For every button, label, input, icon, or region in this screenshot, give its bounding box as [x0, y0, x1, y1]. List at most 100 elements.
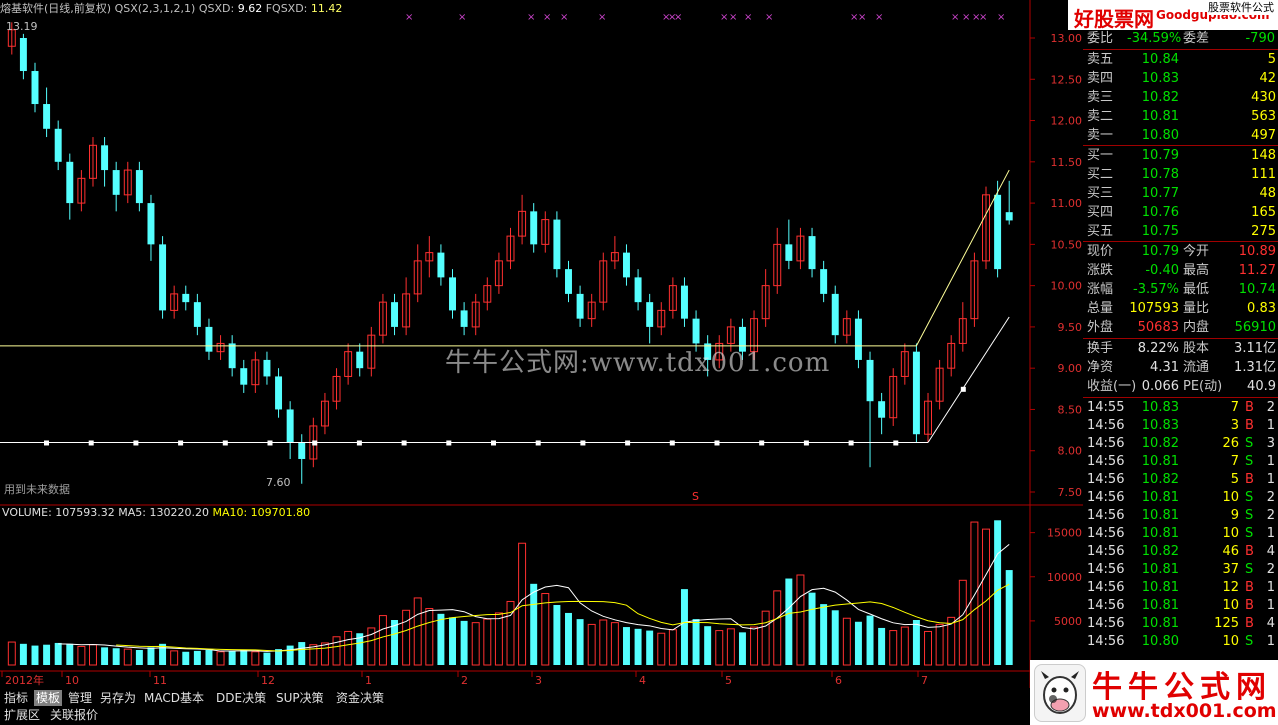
bottom-tab-0[interactable]: 扩展区	[2, 707, 42, 723]
tick-row[interactable]: 14:56 10.81 12 B 1	[1083, 578, 1278, 597]
bid-row[interactable]: 买五 10.75 275	[1083, 222, 1278, 241]
candle-body	[356, 351, 364, 369]
tab-0[interactable]: 指标	[2, 690, 30, 706]
support-dot	[803, 440, 809, 446]
volume-bar	[657, 632, 666, 666]
stat-row[interactable]: 现价 10.79 今开 10.89	[1083, 242, 1278, 261]
tick-row[interactable]: 14:56 10.81 10 S 2	[1083, 488, 1278, 507]
stat-value: -0.40	[1145, 263, 1179, 278]
tab-7[interactable]: 资金决策	[334, 690, 386, 706]
ask-label: 卖一	[1087, 128, 1114, 143]
candle-body	[866, 359, 874, 402]
tick-row[interactable]: 14:56 10.83 3 B 1	[1083, 416, 1278, 435]
volume-bar	[378, 615, 387, 666]
ask-row[interactable]: 卖四 10.83 42	[1083, 69, 1278, 88]
support-dot	[401, 440, 407, 446]
info-row[interactable]: 净资 4.31 流通 1.31亿	[1083, 358, 1278, 377]
tick-row[interactable]: 14:56 10.82 26 S 3	[1083, 434, 1278, 453]
support-dot	[44, 440, 49, 446]
volume-bar	[518, 542, 527, 666]
tab-5[interactable]: DDE决策	[214, 690, 268, 706]
bid-row[interactable]: 买二 10.78 111	[1083, 165, 1278, 184]
volume-bar	[773, 590, 782, 666]
sell-signal-marker: S	[692, 490, 699, 503]
stat-row[interactable]: 涨跌 -0.40 最高 11.27	[1083, 261, 1278, 280]
tick-volume: 46	[1222, 544, 1239, 559]
tab-2[interactable]: 管理	[66, 690, 94, 706]
candle-body	[576, 293, 584, 319]
bid-price: 10.79	[1141, 148, 1179, 163]
stat-row[interactable]: 外盘 50683 内盘 56910	[1083, 318, 1278, 337]
tab-4[interactable]: MACD基本	[142, 690, 206, 706]
stat-row[interactable]: 总量 107593 量比 0.83	[1083, 299, 1278, 318]
support-dot	[491, 440, 496, 446]
volume-bar	[900, 626, 909, 666]
ask-price: 10.84	[1141, 52, 1179, 67]
ask-row[interactable]: 卖五 10.84 5	[1083, 50, 1278, 69]
info-label-2: 股本	[1183, 341, 1210, 356]
tick-time: 14:56	[1087, 454, 1125, 469]
bid-volume: 111	[1251, 167, 1276, 182]
info-row[interactable]: 换手 8.22% 股本 3.11亿	[1083, 339, 1278, 358]
volume-bar	[309, 644, 318, 666]
tick-row[interactable]: 14:56 10.81 37 S 2	[1083, 560, 1278, 579]
ask-row[interactable]: 卖一 10.80 497	[1083, 126, 1278, 145]
tick-row[interactable]: 14:56 10.81 10 B 1	[1083, 596, 1278, 615]
tab-3[interactable]: 另存为	[98, 690, 138, 706]
candle-body	[912, 351, 920, 435]
tab-1[interactable]: 模板	[34, 690, 63, 706]
signal-x-marker: ×	[674, 12, 682, 23]
tick-row[interactable]: 14:56 10.82 5 B 1	[1083, 470, 1278, 489]
candle-body	[240, 368, 248, 385]
tick-row[interactable]: 14:56 10.80 10 S 1	[1083, 632, 1278, 651]
signal-x-marker: ×	[458, 12, 466, 23]
volume-bar	[982, 528, 990, 666]
price-tick-label: 8.00	[1058, 445, 1083, 458]
tick-count: 2	[1266, 562, 1275, 577]
candle-body	[1005, 212, 1013, 221]
volume-bar	[286, 645, 294, 665]
volume-bar	[425, 608, 434, 666]
support-dot	[178, 440, 184, 446]
volume-bar	[112, 648, 120, 665]
tick-row[interactable]: 14:56 10.81 10 S 1	[1083, 524, 1278, 543]
volume-bar	[182, 651, 190, 665]
support-dot	[267, 440, 273, 446]
candle-body	[112, 170, 120, 195]
ask-row[interactable]: 卖三 10.82 430	[1083, 88, 1278, 107]
ask-volume: 563	[1251, 109, 1276, 124]
tick-volume: 7	[1230, 454, 1239, 469]
info-label: 收益(一)	[1087, 379, 1137, 394]
ask-row[interactable]: 卖二 10.81 563	[1083, 107, 1278, 126]
tick-row[interactable]: 14:56 10.81 7 S 1	[1083, 452, 1278, 471]
info-row[interactable]: 收益(一) 0.066 PE(动) 40.9	[1083, 377, 1278, 396]
volume-bar	[123, 648, 132, 666]
bid-row[interactable]: 买三 10.77 48	[1083, 184, 1278, 203]
tick-row[interactable]: 14:56 10.81 9 S 2	[1083, 506, 1278, 525]
candle-body	[680, 285, 688, 319]
bid-row[interactable]: 买四 10.76 165	[1083, 203, 1278, 222]
tick-row[interactable]: 14:56 10.82 46 B 4	[1083, 542, 1278, 561]
volume-bar	[634, 628, 642, 665]
stat-value: 107593	[1129, 301, 1179, 316]
tab-6[interactable]: SUP决策	[274, 690, 326, 706]
top-logo: 好股票网 Goodgupiao.com 股票软件公式	[1068, 0, 1278, 31]
bottom-tab-1[interactable]: 关联报价	[48, 707, 100, 723]
candle-body	[994, 194, 1002, 270]
volume-bar	[216, 651, 225, 666]
signal-x-marker: ×	[875, 12, 883, 23]
volume-bar	[205, 650, 213, 665]
candle-body	[530, 211, 538, 245]
tick-row[interactable]: 14:55 10.83 7 B 2	[1083, 398, 1278, 417]
candle-body	[54, 128, 62, 162]
tick-volume: 125	[1214, 616, 1239, 631]
tick-row[interactable]: 14:56 10.81 125 B 4	[1083, 614, 1278, 633]
tick-volume: 7	[1230, 400, 1239, 415]
signal-x-marker: ×	[951, 12, 959, 23]
bid-row[interactable]: 买一 10.79 148	[1083, 146, 1278, 165]
tick-count: 2	[1266, 508, 1275, 523]
tick-time: 14:55	[1087, 400, 1125, 415]
stat-row[interactable]: 涨幅 -3.57% 最低 10.74	[1083, 280, 1278, 299]
channel-lower-line	[927, 316, 1010, 443]
info-label-2: PE(动)	[1183, 379, 1223, 394]
